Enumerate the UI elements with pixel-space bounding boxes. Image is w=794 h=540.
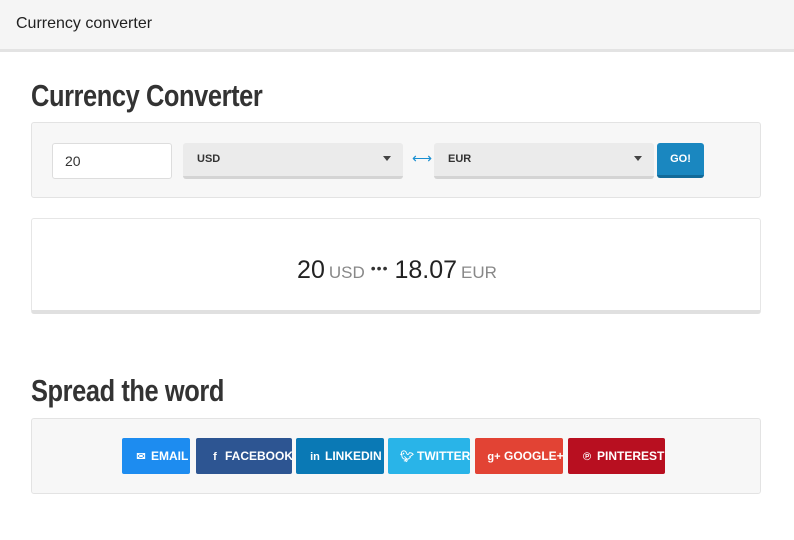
- share-google-plus-label: GOOGLE+: [504, 449, 564, 463]
- share-twitter-label: TWITTER: [417, 449, 471, 463]
- converter-panel: USD ⟷ EUR GO!: [31, 122, 761, 198]
- share-facebook-label: FACEBOOK: [225, 449, 294, 463]
- window-title-bar: Currency converter: [0, 0, 794, 52]
- result-panel: 20 USD ••• 18.07 EUR: [31, 218, 761, 314]
- share-email-label: EMAIL: [151, 449, 189, 463]
- share-twitter-button[interactable]: 🐦︎ TWITTER: [388, 438, 470, 474]
- from-currency-label: USD: [197, 153, 221, 165]
- page-title: Currency Converter: [31, 78, 263, 113]
- chevron-down-icon: [634, 156, 642, 161]
- facebook-icon: f: [213, 451, 217, 463]
- conversion-result: 20 USD ••• 18.07 EUR: [32, 256, 762, 285]
- to-currency-select[interactable]: EUR: [434, 143, 654, 179]
- swap-arrows-icon[interactable]: ⟷: [412, 151, 432, 165]
- share-google-plus-button[interactable]: g+ GOOGLE+: [475, 438, 564, 474]
- go-button[interactable]: GO!: [657, 143, 704, 178]
- amount-input[interactable]: [52, 143, 172, 179]
- result-converted: 18.07: [394, 256, 458, 284]
- to-currency-label: EUR: [448, 153, 472, 165]
- share-facebook-button[interactable]: f FACEBOOK: [196, 438, 294, 474]
- linkedin-icon: in: [310, 451, 320, 463]
- chevron-down-icon: [383, 156, 391, 161]
- from-currency-select[interactable]: USD: [183, 143, 403, 179]
- share-email-button[interactable]: ✉ EMAIL: [122, 438, 190, 474]
- envelope-icon: ✉: [136, 451, 146, 463]
- result-to-currency: EUR: [461, 263, 497, 282]
- result-amount: 20: [297, 256, 325, 284]
- result-separator: •••: [370, 260, 389, 276]
- share-heading: Spread the word: [31, 373, 225, 408]
- share-linkedin-button[interactable]: in LINKEDIN: [296, 438, 384, 474]
- result-from-currency: USD: [328, 263, 365, 282]
- window-title: Currency converter: [16, 15, 153, 32]
- twitter-icon: 🐦︎: [400, 451, 414, 463]
- share-pinterest-button[interactable]: ℗ PINTEREST: [568, 438, 665, 474]
- share-panel: ✉ EMAIL f FACEBOOK in LINKEDIN 🐦︎ TWITTER g+…: [31, 418, 761, 494]
- share-pinterest-label: PINTEREST: [597, 449, 665, 463]
- share-linkedin-label: LINKEDIN: [325, 449, 382, 463]
- pinterest-icon: ℗: [582, 451, 592, 463]
- google-plus-icon: g+: [487, 451, 501, 463]
